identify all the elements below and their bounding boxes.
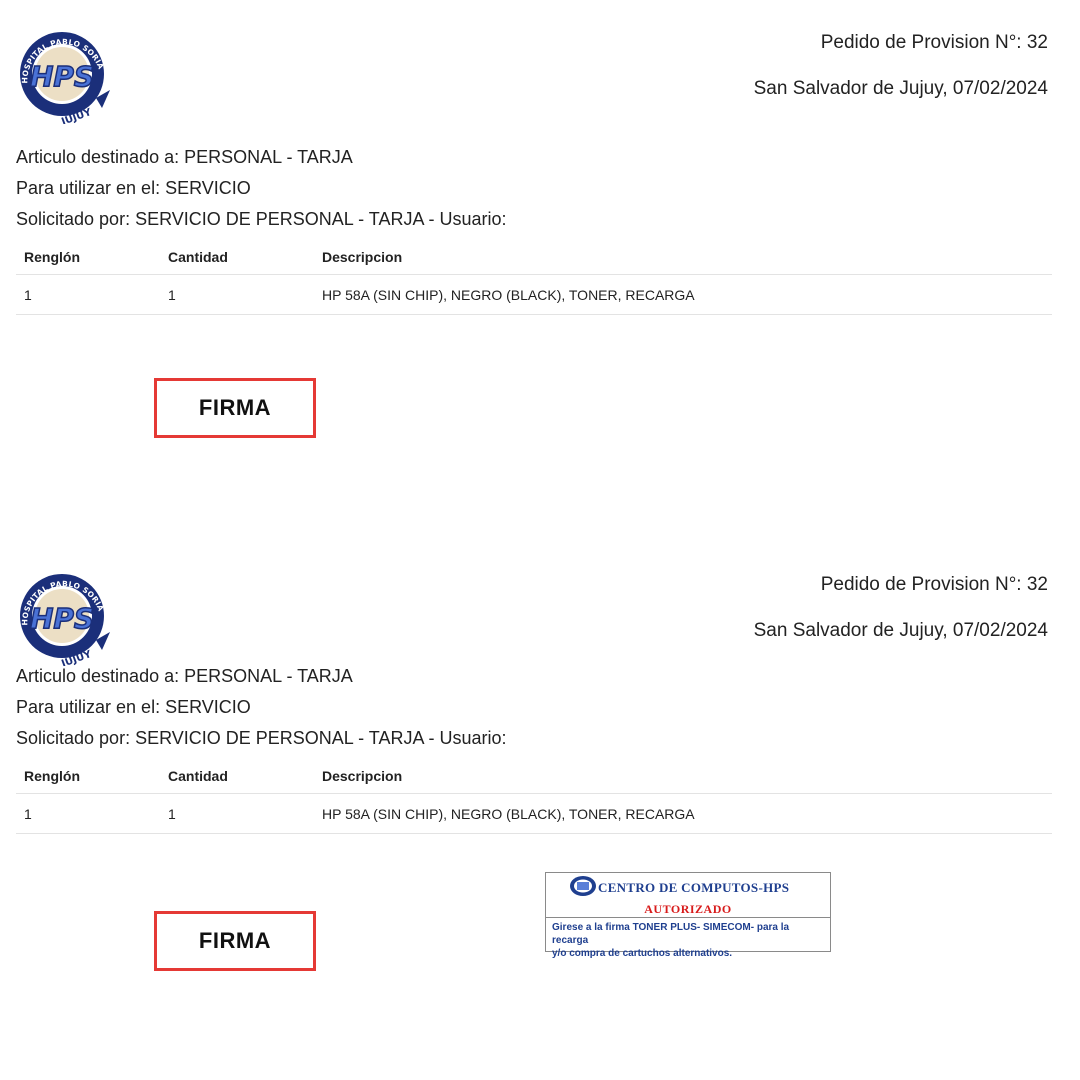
items-table: Renglón Cantidad Descripcion 1 1 HP 58A … — [16, 240, 1052, 315]
table-header-row: Renglón Cantidad Descripcion — [16, 240, 1052, 275]
table-row: 1 1 HP 58A (SIN CHIP), NEGRO (BLACK), TO… — [16, 793, 1052, 834]
cell-descripcion: HP 58A (SIN CHIP), NEGRO (BLACK), TONER,… — [314, 793, 1052, 834]
stamp-authorized: AUTORIZADO — [546, 902, 830, 918]
column-header-cantidad: Cantidad — [160, 759, 314, 794]
order-number: Pedido de Provision N°: 32 — [820, 574, 1048, 595]
order-number: Pedido de Provision N°: 32 — [820, 32, 1048, 53]
svg-text:HPS: HPS — [30, 602, 94, 635]
column-header-renglon: Renglón — [16, 759, 160, 794]
use-in-line: Para utilizar en el: SERVICIO — [16, 178, 251, 198]
order-info: Articulo destinado a: PERSONAL - TARJA P… — [16, 661, 507, 754]
table-header-row: Renglón Cantidad Descripcion — [16, 759, 1052, 794]
requested-by-line: Solicitado por: SERVICIO DE PERSONAL - T… — [16, 728, 507, 748]
stamp-note-line-2: y/o compra de cartuchos alternativos. — [552, 948, 733, 959]
requested-by-line: Solicitado por: SERVICIO DE PERSONAL - T… — [16, 209, 507, 229]
signature-box: FIRMA — [154, 911, 316, 971]
column-header-descripcion: Descripcion — [314, 759, 1052, 794]
cell-cantidad: 1 — [160, 274, 314, 315]
place-date: San Salvador de Jujuy, 07/02/2024 — [753, 78, 1048, 99]
stamp-note-line-1: Girese a la firma TONER PLUS- SIMECOM- p… — [552, 922, 790, 946]
destined-line: Articulo destinado a: PERSONAL - TARJA — [16, 147, 353, 167]
authorization-stamp: CENTRO DE COMPUTOS-HPS AUTORIZADO Girese… — [545, 872, 831, 959]
signature-box: FIRMA — [154, 378, 316, 438]
cell-cantidad: 1 — [160, 793, 314, 834]
destined-line: Articulo destinado a: PERSONAL - TARJA — [16, 666, 353, 686]
svg-text:HPS: HPS — [30, 60, 94, 93]
column-header-renglon: Renglón — [16, 240, 160, 275]
hospital-logo-icon: HOSPITAL PABLO SORIA HPS JUJUY — [20, 32, 110, 124]
use-in-line: Para utilizar en el: SERVICIO — [16, 697, 251, 717]
cell-descripcion: HP 58A (SIN CHIP), NEGRO (BLACK), TONER,… — [314, 274, 1052, 315]
place-date: San Salvador de Jujuy, 07/02/2024 — [753, 620, 1048, 641]
column-header-descripcion: Descripcion — [314, 240, 1052, 275]
cell-renglon: 1 — [16, 274, 160, 315]
stamp-note: Girese a la firma TONER PLUS- SIMECOM- p… — [546, 918, 830, 960]
table-row: 1 1 HP 58A (SIN CHIP), NEGRO (BLACK), TO… — [16, 274, 1052, 315]
order-copy-1: HOSPITAL PABLO SORIA HPS JUJUY Pedido de… — [0, 0, 1080, 520]
items-table: Renglón Cantidad Descripcion 1 1 HP 58A … — [16, 759, 1052, 834]
hospital-logo-icon: HOSPITAL PABLO SORIA HPS JUJUY — [20, 574, 110, 666]
computer-center-logo-icon — [570, 876, 596, 896]
cell-renglon: 1 — [16, 793, 160, 834]
order-copy-2: HOSPITAL PABLO SORIA HPS JUJUY Pedido de… — [0, 540, 1080, 1060]
column-header-cantidad: Cantidad — [160, 240, 314, 275]
order-info: Articulo destinado a: PERSONAL - TARJA P… — [16, 142, 507, 235]
stamp-title: CENTRO DE COMPUTOS-HPS — [598, 879, 790, 895]
